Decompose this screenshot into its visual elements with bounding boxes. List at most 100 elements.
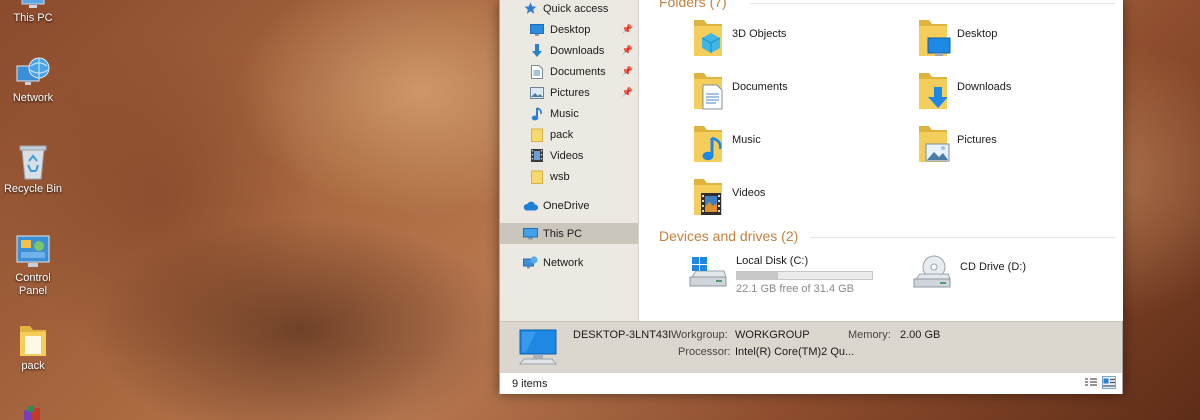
- item-count: 9 items: [512, 377, 548, 390]
- recycle-bin-icon: [19, 145, 47, 180]
- control-panel-icon: [16, 235, 50, 267]
- processor-label: Processor:: [678, 346, 731, 358]
- group-title: Devices and drives (2): [659, 228, 799, 244]
- processor-value: Intel(R) Core(TM)2 Qu...: [735, 346, 855, 358]
- folder-icon: [20, 326, 46, 356]
- memory-label: Memory:: [848, 329, 891, 341]
- folder-name: Documents: [732, 81, 788, 93]
- drive-usage-bar: [736, 271, 873, 280]
- folder-music-icon: [694, 126, 722, 162]
- pin-icon[interactable]: 📌: [622, 24, 633, 35]
- nav-item-desktop[interactable]: Desktop 📌: [500, 19, 638, 40]
- network-icon: [522, 255, 538, 271]
- nav-label: wsb: [550, 170, 570, 183]
- file-explorer-window: Quick access Desktop 📌 Downloads 📌 Docum…: [499, 0, 1123, 394]
- details-view-button[interactable]: [1084, 376, 1098, 389]
- folder-pictures-icon: [919, 126, 950, 162]
- nav-item-downloads[interactable]: Downloads 📌: [500, 40, 638, 61]
- pin-icon[interactable]: 📌: [622, 87, 633, 98]
- film-icon: [529, 148, 545, 164]
- nav-network[interactable]: Network: [500, 252, 638, 273]
- desktop-icon-label: Network: [12, 92, 54, 104]
- desktop-icon-label: This PC: [13, 12, 53, 24]
- folder-desktop[interactable]: Desktop: [917, 16, 997, 58]
- folder-icon: [529, 127, 545, 143]
- large-icons-view-icon: [1103, 378, 1115, 387]
- group-divider: [750, 3, 1115, 4]
- cd-drive-icon: [913, 255, 951, 288]
- nav-item-wsb[interactable]: wsb: [500, 166, 638, 187]
- pin-icon[interactable]: 📌: [622, 45, 633, 56]
- folder-name: Music: [732, 134, 761, 146]
- folder-name: Desktop: [957, 28, 998, 40]
- folder-pictures[interactable]: Pictures: [917, 122, 997, 164]
- folder-3d-objects[interactable]: 3D Objects: [692, 16, 786, 58]
- desktop-icon-control-panel[interactable]: Control Panel: [2, 234, 64, 298]
- folder-music[interactable]: Music: [692, 122, 761, 164]
- large-icons-view-button[interactable]: [1102, 376, 1116, 389]
- group-header-folders[interactable]: Folders (7): [659, 0, 727, 10]
- drive-usage-fill: [737, 272, 778, 279]
- nav-item-pictures[interactable]: Pictures 📌: [500, 82, 638, 103]
- details-view-icon: [1085, 377, 1097, 386]
- computer-name: DESKTOP-3LNT43I: [573, 329, 672, 341]
- folder-downloads-icon: [919, 73, 948, 109]
- nav-onedrive[interactable]: OneDrive: [500, 195, 638, 216]
- app-icon: [24, 406, 40, 420]
- group-divider: [810, 237, 1115, 238]
- hard-drive-icon: [689, 257, 727, 287]
- nav-item-documents[interactable]: Documents 📌: [500, 61, 638, 82]
- folder-name: 3D Objects: [732, 28, 787, 40]
- nav-label: Videos: [550, 149, 584, 162]
- drive-name: CD Drive (D:): [960, 261, 1026, 273]
- drive-local-disk-c[interactable]: Local Disk (C:) 22.1 GB free of 31.4 GB: [688, 253, 873, 295]
- network-icon: [16, 57, 50, 85]
- drive-cd-d[interactable]: CD Drive (D:): [912, 253, 1026, 289]
- pin-icon[interactable]: 📌: [622, 66, 633, 77]
- nav-this-pc[interactable]: This PC: [500, 223, 638, 244]
- drive-name: Local Disk (C:): [736, 255, 809, 267]
- desktop-icon-recycle-bin[interactable]: Recycle Bin: [2, 143, 64, 196]
- nav-label: Pictures: [550, 86, 590, 99]
- status-bar: 9 items: [500, 373, 1122, 394]
- folder-documents-icon: [694, 73, 723, 110]
- desktop-icon-label: Recycle Bin: [3, 183, 63, 195]
- cloud-icon: [522, 198, 538, 214]
- folder-name: Videos: [732, 187, 766, 199]
- folder-3d-objects-icon: [694, 20, 722, 56]
- star-icon: [522, 1, 538, 17]
- desktop-icon: [529, 22, 545, 38]
- folder-name: Downloads: [957, 81, 1012, 93]
- folder-name: Pictures: [957, 134, 997, 146]
- group-header-devices[interactable]: Devices and drives (2): [659, 228, 798, 244]
- download-arrow-icon: [529, 43, 545, 59]
- desktop-icon-pack[interactable]: pack: [2, 322, 64, 373]
- memory-value: 2.00 GB: [900, 329, 941, 341]
- pictures-icon: [529, 85, 545, 101]
- group-title: Folders (7): [659, 0, 727, 10]
- folder-downloads[interactable]: Downloads: [917, 69, 1011, 111]
- content-area: Folders (7) 3D Objects Desktop Documents…: [640, 0, 1123, 321]
- nav-item-pack[interactable]: pack: [500, 124, 638, 145]
- desktop-icon-this-pc[interactable]: This PC: [2, 0, 64, 25]
- folder-videos[interactable]: Videos: [692, 175, 765, 217]
- desktop-icon-network[interactable]: Network: [2, 56, 64, 105]
- folder-desktop-icon: [919, 20, 951, 56]
- computer-icon: [522, 226, 538, 242]
- folder-documents[interactable]: Documents: [692, 69, 788, 111]
- nav-label: Downloads: [550, 44, 605, 57]
- nav-label: Quick access: [543, 2, 609, 15]
- nav-quick-access[interactable]: Quick access: [500, 0, 638, 19]
- nav-label: Desktop: [550, 23, 591, 36]
- view-toggle-group: [1084, 376, 1116, 389]
- computer-icon: [518, 329, 558, 365]
- nav-item-music[interactable]: Music: [500, 103, 638, 124]
- music-note-icon: [529, 106, 545, 122]
- desktop-partial-icon[interactable]: [18, 404, 48, 420]
- nav-label: Music: [550, 107, 579, 120]
- workgroup-value: WORKGROUP: [735, 329, 810, 341]
- document-icon: [529, 64, 545, 80]
- folder-icon: [529, 169, 545, 185]
- nav-label: Documents: [550, 65, 606, 78]
- nav-item-videos[interactable]: Videos: [500, 145, 638, 166]
